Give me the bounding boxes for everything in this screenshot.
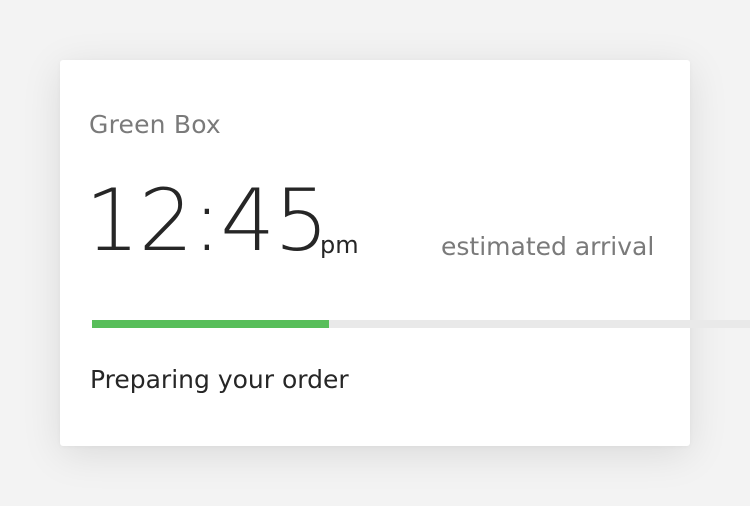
- eta-time: 12:45: [85, 171, 329, 271]
- eta-row: 12:45 pm estimated arrival: [85, 178, 685, 268]
- order-progress-fill: [92, 320, 329, 328]
- eta-label: estimated arrival: [441, 232, 655, 261]
- order-status-text: Preparing your order: [90, 365, 349, 394]
- eta-time-suffix: pm: [320, 231, 359, 259]
- restaurant-name: Green Box: [89, 110, 221, 139]
- order-status-card: Green Box 12:45 pm estimated arrival Pre…: [60, 60, 690, 446]
- order-progress-bar: [92, 320, 750, 328]
